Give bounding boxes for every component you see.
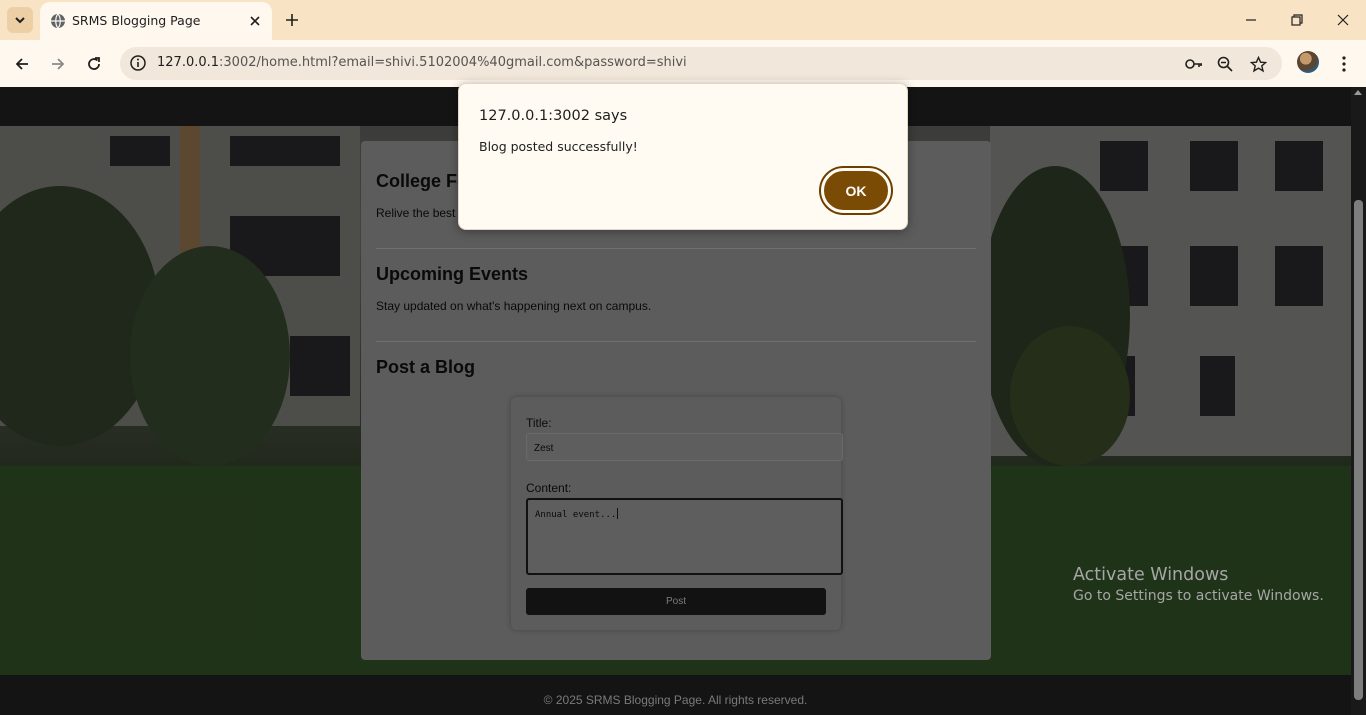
reload-icon [88, 57, 100, 70]
section-heading: Post a Blog [376, 357, 476, 377]
section-post-blog: Post a Blog [376, 357, 976, 378]
minimize-icon [1246, 19, 1256, 21]
scroll-up-arrow-icon[interactable] [1354, 90, 1362, 95]
back-button[interactable] [8, 50, 36, 78]
arrow-left-icon [15, 58, 28, 70]
post-button[interactable]: Post [526, 588, 826, 615]
page-scrollbar[interactable] [1351, 87, 1366, 715]
title-label: Title: [526, 416, 552, 430]
section-text: Stay updated on what's happening next on… [376, 299, 652, 313]
site-footer: © 2025 SRMS Blogging Page. All rights re… [0, 675, 1351, 715]
url-host: 127.0.0.1 [157, 55, 220, 70]
tab-strip: SRMS Blogging Page [0, 0, 1366, 40]
section-heading: Upcoming Events [376, 264, 529, 284]
profile-avatar[interactable] [1297, 51, 1319, 73]
restore-icon [1291, 14, 1303, 26]
bookmark-star-icon[interactable] [1248, 54, 1268, 74]
tab-title: SRMS Blogging Page [72, 13, 201, 28]
reload-button[interactable] [80, 50, 108, 78]
tab-active[interactable]: SRMS Blogging Page [40, 2, 272, 40]
restore-button[interactable] [1274, 0, 1320, 40]
alert-dialog: 127.0.0.1:3002 says Blog posted successf… [458, 83, 908, 230]
chevron-down-icon [15, 17, 25, 24]
browser-toolbar: 127.0.0.1:3002/home.html?email=shivi.510… [0, 40, 1366, 87]
section-upcoming-events: Upcoming Events Stay updated on what's h… [376, 264, 976, 313]
content-text: Annual event... [535, 510, 617, 520]
info-icon[interactable] [129, 54, 147, 72]
forward-button[interactable] [44, 50, 72, 78]
plus-icon [286, 14, 298, 26]
tab-search-button[interactable] [7, 7, 33, 33]
menu-button[interactable] [1330, 50, 1358, 78]
globe-icon [51, 13, 65, 29]
watermark-subtitle: Go to Settings to activate Windows. [1073, 588, 1324, 604]
text-caret [617, 508, 619, 519]
dialog-message: Blog posted successfully! [479, 139, 638, 154]
content-label: Content: [526, 481, 572, 495]
content-textarea[interactable]: Annual event... [526, 498, 843, 575]
ok-button[interactable]: OK [821, 168, 891, 213]
close-window-button[interactable] [1320, 0, 1366, 40]
dialog-origin: 127.0.0.1:3002 says [479, 108, 628, 124]
zoom-icon[interactable] [1215, 54, 1235, 74]
address-bar[interactable]: 127.0.0.1:3002/home.html?email=shivi.510… [120, 47, 1282, 80]
activate-windows-watermark: Activate Windows Go to Settings to activ… [1073, 565, 1324, 604]
more-vertical-icon [1342, 56, 1346, 72]
divider [376, 341, 976, 342]
minimize-button[interactable] [1228, 0, 1274, 40]
scrollbar-thumb[interactable] [1354, 200, 1363, 700]
url-path: :3002/home.html?email=shivi.5102004%40gm… [219, 55, 687, 70]
close-icon [1337, 14, 1349, 26]
footer-text: © 2025 SRMS Blogging Page. All rights re… [543, 693, 808, 707]
watermark-title: Activate Windows [1073, 565, 1229, 585]
title-input[interactable]: Zest [526, 433, 843, 461]
arrow-right-icon [52, 58, 65, 70]
new-tab-button[interactable] [280, 8, 304, 32]
close-tab-icon[interactable] [246, 12, 264, 30]
password-key-icon[interactable] [1184, 54, 1204, 74]
post-blog-form: Title: Zest Content: Annual event... Pos… [511, 397, 843, 630]
divider [376, 248, 976, 249]
url-text[interactable]: 127.0.0.1:3002/home.html?email=shivi.510… [157, 55, 687, 70]
